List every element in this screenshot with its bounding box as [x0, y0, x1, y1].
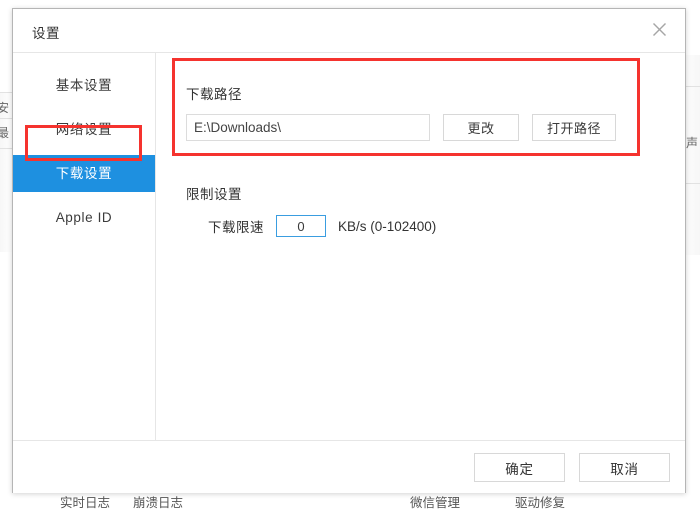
sidebar-item-basic-settings[interactable]: 基本设置: [13, 67, 155, 104]
download-speed-row: 下载限速 KB/s (0-102400): [186, 215, 606, 237]
background-clipped-label-3: 声: [686, 136, 700, 151]
sidebar-item-apple-id[interactable]: Apple ID: [13, 199, 155, 236]
cancel-button[interactable]: 取消: [579, 453, 670, 482]
close-button[interactable]: [641, 13, 677, 45]
download-path-group: 下载路径 更改 打开路径: [186, 83, 638, 141]
close-icon: [652, 22, 667, 37]
background-clipped-label-2: 最: [0, 126, 11, 141]
settings-dialog: 设置 基本设置 网络设置 下载设置 Apple ID 下载路径 更改 打开路径: [12, 8, 686, 493]
dialog-footer: 确定 取消: [13, 440, 685, 493]
ok-button[interactable]: 确定: [474, 453, 565, 482]
background-nav-item-crash-log[interactable]: 崩溃日志: [133, 492, 183, 511]
background-nav-item-driver-repair[interactable]: 驱动修复: [515, 492, 565, 511]
background-nav-item-realtime-log[interactable]: 实时日志: [60, 492, 110, 511]
open-path-button[interactable]: 打开路径: [532, 114, 616, 141]
download-speed-unit-hint: KB/s (0-102400): [338, 219, 436, 234]
dialog-titlebar: 设置: [13, 9, 685, 53]
limit-settings-label: 限制设置: [186, 183, 606, 203]
download-path-input[interactable]: [186, 114, 430, 141]
download-speed-input[interactable]: [276, 215, 326, 237]
change-path-button[interactable]: 更改: [443, 114, 519, 141]
dialog-body: 基本设置 网络设置 下载设置 Apple ID 下载路径 更改 打开路径 限制设…: [13, 53, 685, 440]
sidebar-item-download-settings[interactable]: 下载设置: [13, 155, 155, 192]
download-speed-label: 下载限速: [208, 216, 264, 236]
download-path-label: 下载路径: [186, 83, 638, 103]
settings-sidebar: 基本设置 网络设置 下载设置 Apple ID: [13, 53, 156, 440]
background-nav-item-wechat-manage[interactable]: 微信管理: [410, 492, 460, 511]
background-clipped-label-1: 安: [0, 101, 11, 116]
page-title: 设置: [32, 22, 60, 42]
sidebar-item-network-settings[interactable]: 网络设置: [13, 111, 155, 148]
limit-settings-group: 限制设置 下载限速 KB/s (0-102400): [186, 183, 606, 237]
settings-content-pane: 下载路径 更改 打开路径 限制设置 下载限速 KB/s (0-102400): [156, 53, 685, 440]
download-path-row: 更改 打开路径: [186, 114, 638, 141]
